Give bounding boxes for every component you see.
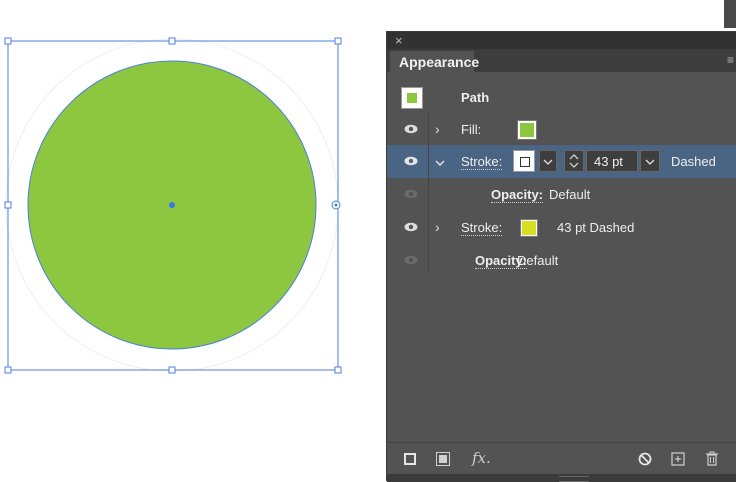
new-fill-icon[interactable] [436, 452, 450, 466]
path-opacity-row[interactable]: Opacity: Default [387, 245, 736, 276]
handle-top-center [168, 37, 176, 45]
stroke-weight-input[interactable]: 43 pt [586, 150, 638, 172]
panel-footer-toolbar: fx. [387, 442, 736, 473]
fill-color-swatch[interactable] [517, 120, 537, 140]
artboard[interactable] [0, 0, 386, 481]
stroke-none-swatch [520, 157, 530, 167]
handle-top-left [4, 37, 12, 45]
panel-tabbar: Appearance [387, 49, 736, 72]
stroke-2-color [522, 221, 536, 235]
handle-bottom-center [168, 366, 176, 374]
eye-icon[interactable] [404, 222, 418, 232]
handle-top-right [334, 37, 342, 45]
fx-icon[interactable]: fx. [472, 449, 491, 467]
stroke-color-dropdown[interactable] [539, 150, 557, 172]
stroke-2-summary: 43 pt Dashed [557, 220, 635, 235]
duplicate-item-icon[interactable] [671, 452, 686, 467]
stroke-style-label[interactable]: Dashed [671, 154, 716, 169]
tab-appearance[interactable]: Appearance [390, 51, 479, 72]
new-stroke-icon[interactable] [404, 453, 416, 465]
chevron-down-icon [543, 159, 553, 165]
chevron-right-icon[interactable]: › [435, 121, 440, 137]
stroke-weight-value: 43 pt [594, 154, 623, 169]
stroke-row-2[interactable]: › Stroke: 43 pt Dashed [387, 212, 736, 243]
stroke-weight-dropdown[interactable] [640, 150, 660, 172]
close-icon[interactable]: × [395, 32, 403, 49]
appearance-panel: × Appearance ≡ Path › Fill: Stroke: 43 p… [386, 31, 736, 482]
handle-bottom-left [4, 366, 12, 374]
chevron-down-icon [645, 159, 655, 165]
clear-appearance-icon[interactable] [638, 452, 652, 466]
opacity-value: Default [549, 187, 591, 202]
grip-lines [559, 476, 589, 482]
stroke-2-label[interactable]: Stroke: [461, 220, 503, 236]
handle-middle-left [4, 201, 12, 209]
handle-bottom-right [334, 366, 342, 374]
path-thumbnail-fill [407, 93, 417, 103]
eye-icon[interactable] [404, 124, 418, 134]
stroke-opacity-row[interactable]: Opacity: Default [387, 179, 736, 210]
center-point [169, 202, 175, 208]
eye-icon[interactable] [404, 156, 418, 166]
stroke-color-swatch[interactable] [513, 150, 535, 172]
chevron-down-icon[interactable] [435, 159, 445, 167]
panel-titlebar[interactable]: × [387, 32, 736, 49]
stroke-weight-stepper[interactable] [564, 150, 584, 172]
fill-row[interactable]: › Fill: [387, 114, 736, 145]
menu-icon[interactable]: ≡ [727, 54, 734, 66]
fill-color [520, 123, 534, 137]
artwork-canvas[interactable] [0, 0, 386, 481]
eye-column-divider [428, 113, 429, 273]
stroke-row-selected[interactable]: Stroke: 43 pt Dashed [387, 145, 736, 178]
anchor-right-dot [334, 203, 338, 207]
stepper-icon [569, 154, 579, 168]
eye-icon[interactable] [404, 189, 418, 199]
stroke-2-color-swatch[interactable] [520, 219, 538, 237]
stroke-label[interactable]: Stroke: [461, 154, 503, 170]
path-label: Path [461, 90, 490, 105]
adjacent-panel-edge [724, 0, 736, 28]
path-header-row[interactable]: Path [387, 82, 736, 114]
eye-icon[interactable] [404, 255, 418, 265]
trash-icon[interactable] [705, 451, 719, 467]
path-thumbnail [401, 87, 423, 109]
opacity-value: Default [517, 253, 559, 268]
opacity-label[interactable]: Opacity: [491, 187, 544, 203]
chevron-right-icon[interactable]: › [435, 219, 440, 235]
fill-label: Fill: [461, 122, 482, 137]
